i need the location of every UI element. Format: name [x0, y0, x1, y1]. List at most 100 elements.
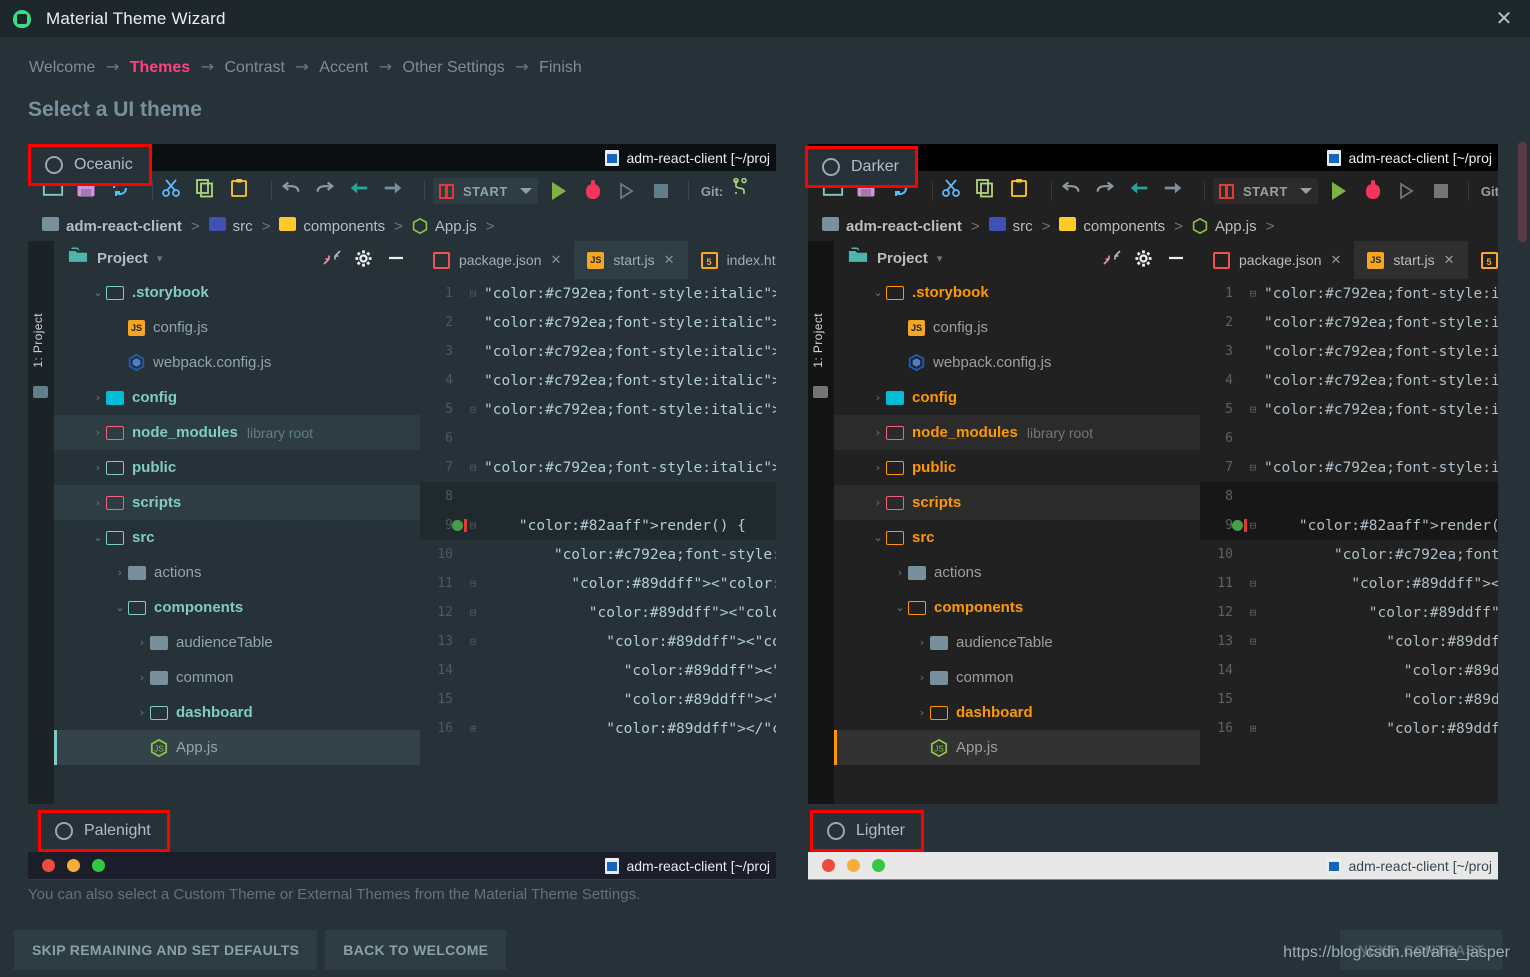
breadcrumb-step-contrast[interactable]: Contrast: [224, 59, 284, 76]
fold-toggle-icon[interactable]: ⊟: [1242, 403, 1264, 416]
chevron-right-icon[interactable]: ›: [892, 566, 908, 579]
window-control-zoom-icon[interactable]: [92, 859, 105, 872]
tool-window-tab-project[interactable]: 1: Project: [811, 313, 825, 368]
tree-item[interactable]: webpack.config.js: [54, 345, 420, 380]
gear-icon[interactable]: [354, 249, 376, 267]
paste-icon[interactable]: [229, 178, 259, 204]
tree-item[interactable]: JS App.js: [54, 730, 420, 765]
chevron-right-icon[interactable]: ›: [112, 566, 128, 579]
debug-icon[interactable]: [578, 178, 608, 204]
breakpoint-icon[interactable]: [452, 520, 463, 531]
tree-item[interactable]: › public: [54, 450, 420, 485]
tool-window-tab-project[interactable]: 1: Project: [31, 313, 45, 368]
ide-breadcrumb-item[interactable]: App.js: [412, 217, 477, 235]
theme-preview-darker[interactable]: adm-react-client [~/projSTARTGit:⋮adm-re…: [808, 144, 1498, 804]
collapse-all-icon[interactable]: [322, 249, 344, 267]
close-tab-icon[interactable]: ✕: [664, 253, 675, 268]
window-control-minimize-icon[interactable]: [847, 859, 860, 872]
code-content[interactable]: 1⊟"color:#c792ea;font-style:italic">impo…: [420, 279, 776, 743]
copy-icon[interactable]: [975, 178, 1005, 204]
fold-toggle-icon[interactable]: ⊞: [1242, 722, 1264, 735]
fold-toggle-icon[interactable]: ⊟: [462, 635, 484, 648]
tree-item[interactable]: › audienceTable: [54, 625, 420, 660]
chevron-down-icon[interactable]: ⌄: [90, 531, 106, 544]
tree-item[interactable]: JS App.js: [834, 730, 1200, 765]
tree-item[interactable]: › scripts: [54, 485, 420, 520]
redo-icon[interactable]: [1094, 178, 1124, 204]
dialog-scrollbar[interactable]: [1518, 142, 1527, 842]
back-icon[interactable]: [1128, 178, 1158, 204]
tree-item[interactable]: ⌄ components: [54, 590, 420, 625]
tree-item[interactable]: › config: [54, 380, 420, 415]
tree-item[interactable]: ⌄ src: [834, 520, 1200, 555]
dialog-scrollbar-thumb[interactable]: [1518, 142, 1527, 242]
forward-icon[interactable]: [382, 178, 412, 204]
tree-item[interactable]: › config: [834, 380, 1200, 415]
breadcrumb-step-themes[interactable]: Themes: [130, 59, 190, 76]
fold-toggle-icon[interactable]: ⊟: [1242, 287, 1264, 300]
close-tab-icon[interactable]: ✕: [551, 253, 562, 268]
theme-radio-palenight[interactable]: Palenight: [38, 810, 170, 852]
chevron-right-icon[interactable]: ›: [870, 426, 886, 439]
chevron-right-icon[interactable]: ›: [90, 461, 106, 474]
gear-icon[interactable]: [1134, 249, 1156, 267]
window-control-minimize-icon[interactable]: [67, 859, 80, 872]
close-tab-icon[interactable]: ✕: [1331, 253, 1342, 268]
cut-icon[interactable]: [941, 178, 971, 204]
ide-breadcrumb-item[interactable]: adm-react-client: [42, 217, 182, 235]
chevron-down-icon[interactable]: [1299, 188, 1312, 194]
copy-icon[interactable]: [195, 178, 225, 204]
tree-item[interactable]: › actions: [54, 555, 420, 590]
chevron-right-icon[interactable]: ›: [870, 391, 886, 404]
chevron-right-icon[interactable]: ›: [914, 706, 930, 719]
code-editor[interactable]: package.json✕JSstart.js✕5index.html1⊟"co…: [1200, 241, 1498, 804]
fold-toggle-icon[interactable]: ⊟: [462, 287, 484, 300]
more-icon[interactable]: ⋮: [765, 178, 776, 204]
branch-icon[interactable]: [731, 177, 761, 204]
collapse-all-icon[interactable]: [1102, 249, 1124, 267]
run-icon[interactable]: [1324, 178, 1354, 204]
chevron-right-icon[interactable]: ›: [90, 496, 106, 509]
chevron-down-icon[interactable]: ⌄: [870, 286, 886, 299]
window-control-zoom-icon[interactable]: [872, 859, 885, 872]
fold-toggle-icon[interactable]: ⊟: [1242, 606, 1264, 619]
chevron-down-icon[interactable]: ▾: [157, 252, 163, 265]
tree-item[interactable]: ⌄ components: [834, 590, 1200, 625]
fold-toggle-icon[interactable]: ⊟: [462, 461, 484, 474]
back-icon[interactable]: [348, 178, 378, 204]
theme-preview-palenight[interactable]: adm-react-client [~/proj: [28, 852, 776, 880]
run-icon[interactable]: [544, 178, 574, 204]
tree-item[interactable]: › common: [834, 660, 1200, 695]
tree-item[interactable]: › node_modules library root: [834, 415, 1200, 450]
tree-item[interactable]: › dashboard: [834, 695, 1200, 730]
theme-radio-oceanic[interactable]: Oceanic: [28, 144, 152, 186]
run-configuration-selector[interactable]: START: [1213, 178, 1318, 204]
chevron-right-icon[interactable]: ›: [914, 671, 930, 684]
fold-toggle-icon[interactable]: ⊟: [1242, 635, 1264, 648]
chevron-down-icon[interactable]: ⌄: [870, 531, 886, 544]
undo-icon[interactable]: [280, 178, 310, 204]
run-with-coverage-icon[interactable]: [1392, 178, 1422, 204]
ide-breadcrumb-item[interactable]: adm-react-client: [822, 217, 962, 235]
folder-icon[interactable]: [813, 386, 828, 398]
minimize-icon[interactable]: [386, 249, 408, 267]
folder-icon[interactable]: [33, 386, 48, 398]
run-with-coverage-icon[interactable]: [612, 178, 642, 204]
chevron-down-icon[interactable]: ▾: [937, 252, 943, 265]
cut-icon[interactable]: [161, 178, 191, 204]
fold-toggle-icon[interactable]: ⊟: [1242, 461, 1264, 474]
ide-breadcrumb-item[interactable]: src: [988, 217, 1033, 235]
editor-tab[interactable]: 5 index.html: [688, 241, 776, 279]
window-control-close-icon[interactable]: [822, 859, 835, 872]
tree-item[interactable]: › public: [834, 450, 1200, 485]
ide-breadcrumb-item[interactable]: src: [208, 217, 253, 235]
breakpoint-icon[interactable]: [1232, 520, 1243, 531]
tree-item[interactable]: JS config.js: [834, 310, 1200, 345]
editor-tab[interactable]: package.json ✕: [1200, 241, 1354, 279]
fold-toggle-icon[interactable]: ⊟: [462, 403, 484, 416]
undo-icon[interactable]: [1060, 178, 1090, 204]
stop-icon[interactable]: [1426, 178, 1456, 204]
tree-item[interactable]: › actions: [834, 555, 1200, 590]
ide-breadcrumb-item[interactable]: components: [279, 217, 385, 235]
fold-toggle-icon[interactable]: ⊞: [462, 722, 484, 735]
